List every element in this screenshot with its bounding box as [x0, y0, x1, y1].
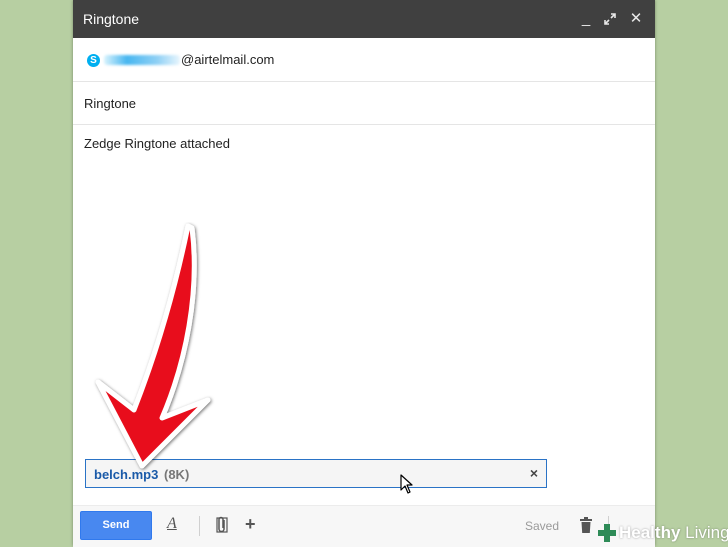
mouse-cursor-icon [400, 474, 413, 494]
paperclip-icon [216, 516, 228, 533]
to-field[interactable]: S @airtelmail.com [73, 38, 655, 82]
skype-icon: S [87, 54, 100, 67]
text-format-icon: A [167, 515, 177, 532]
popout-icon [604, 13, 616, 25]
subject-field[interactable]: Ringtone [73, 81, 655, 125]
remove-attachment-button[interactable]: × [526, 465, 542, 481]
logo-word-1: Healthy [619, 523, 681, 542]
popout-button[interactable] [600, 8, 620, 30]
body-text: Zedge Ringtone attached [84, 136, 230, 151]
trash-icon [580, 517, 592, 533]
compose-title: Ringtone [83, 11, 140, 27]
logo-word-2: Living [680, 523, 728, 542]
logo-text: Healthy Living [619, 523, 728, 543]
minimize-button[interactable]: _ [576, 8, 596, 30]
attach-button[interactable] [216, 516, 228, 536]
compose-toolbar: Send A + Saved [73, 505, 655, 547]
annotation-arrow [95, 223, 211, 469]
plus-cross-icon [598, 524, 616, 542]
redacted-email-name [104, 55, 180, 65]
toolbar-divider [199, 516, 200, 536]
more-options-button[interactable]: + [245, 514, 256, 534]
formatting-button[interactable]: A [167, 515, 177, 535]
close-button[interactable]: ✕ [626, 8, 646, 30]
send-button[interactable]: Send [80, 511, 152, 540]
subject-text: Ringtone [84, 96, 137, 111]
discard-button[interactable] [579, 517, 593, 537]
save-status: Saved [525, 519, 560, 533]
compose-titlebar[interactable]: Ringtone _ ✕ [73, 0, 655, 38]
recipient-email-domain: @airtelmail.com [181, 52, 275, 67]
